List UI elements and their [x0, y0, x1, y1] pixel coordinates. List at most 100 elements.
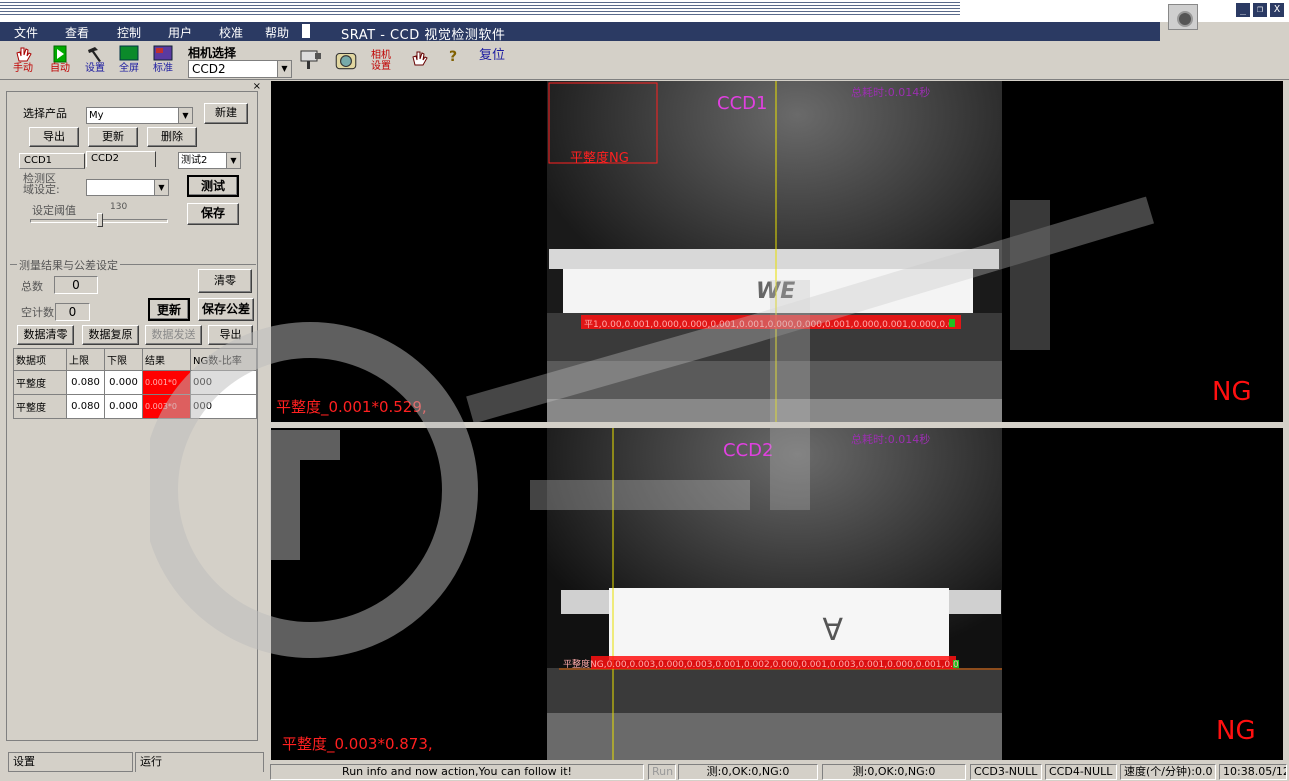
- pointer-button[interactable]: [404, 45, 434, 78]
- chevron-down-icon: ▼: [154, 180, 168, 195]
- help-button[interactable]: ?: [444, 45, 464, 78]
- save-tolerance-button[interactable]: 保存公差: [198, 298, 254, 321]
- ccd2-result: 平整度_0.003*0.873,: [282, 735, 433, 753]
- menu-file[interactable]: 文件: [14, 24, 38, 41]
- result-cell-ng: 0.003*0: [142, 394, 191, 419]
- tab-ccd1[interactable]: CCD1: [19, 153, 85, 169]
- column-header: 数据项: [13, 348, 67, 371]
- ccd1-ng-status: NG: [1212, 377, 1252, 407]
- auto-button[interactable]: 自动: [45, 45, 75, 78]
- ccd2-label: CCD2: [723, 440, 774, 461]
- select-product-label: 选择产品: [23, 107, 67, 120]
- ccd1-camera-image: WE: [547, 81, 1002, 422]
- region-label: 检测区 域设定:: [23, 172, 60, 196]
- manual-button[interactable]: 手动: [8, 45, 38, 78]
- column-header: NG数-比率: [190, 348, 257, 371]
- results-table: 数据项 上限 下限 结果 NG数-比率 平整度 0.080 0.000 0.00…: [13, 348, 257, 419]
- table-header: 数据项 上限 下限 结果 NG数-比率: [13, 348, 257, 371]
- table-row[interactable]: 平整度 0.080 0.000 0.003*0 000: [13, 394, 257, 419]
- new-button[interactable]: 新建: [204, 103, 248, 124]
- total-label: 总数: [21, 280, 43, 293]
- ccd2-overlay-values: 平整度NG,0.00,0.003,0.000,0.003,0.001,0.002…: [563, 660, 958, 669]
- ccd1-timing: 总耗时:0.014秒: [851, 86, 931, 99]
- pointer-hand-icon: [412, 51, 428, 66]
- data-clear-button[interactable]: 数据清零: [17, 325, 74, 345]
- column-header: 上限: [66, 348, 105, 371]
- product-select[interactable]: My ▼: [86, 107, 193, 124]
- status-bar: Run info and now action,You can follow i…: [266, 763, 1289, 781]
- threshold-slider[interactable]: [97, 213, 103, 227]
- fullscreen-button[interactable]: 全屏: [114, 45, 144, 78]
- menu-separator: [302, 24, 310, 38]
- camera-settings-button[interactable]: 相机 设置: [366, 45, 396, 78]
- tab-settings[interactable]: 设置: [8, 752, 133, 772]
- menu-help[interactable]: 帮助: [265, 24, 289, 41]
- table-row[interactable]: 平整度 0.080 0.000 0.001*0 000: [13, 370, 257, 395]
- camera-select: 相机选择 CCD2 ▼: [188, 44, 292, 78]
- clear-button[interactable]: 清零: [198, 269, 252, 293]
- hammer-icon: [88, 47, 101, 62]
- ccd2-view[interactable]: A 总耗时:0.014秒 CCD2 平整度NG,0.00,0.003,0.000…: [271, 428, 1283, 760]
- refresh-button[interactable]: 更新: [148, 298, 190, 321]
- camera-app-icon[interactable]: [1168, 4, 1198, 30]
- export-results-button[interactable]: 导出: [208, 325, 253, 345]
- close-button[interactable]: X: [1269, 2, 1285, 18]
- status-ccd1-count: 测:0,OK:0,NG:0: [678, 764, 818, 780]
- region-select[interactable]: ▼: [86, 179, 169, 196]
- test-button[interactable]: 测试: [187, 175, 239, 197]
- camera-select-dropdown[interactable]: CCD2 ▼: [188, 60, 292, 78]
- threshold-value: 130: [110, 202, 128, 212]
- camera-select-label: 相机选择: [188, 46, 237, 60]
- reset-button[interactable]: 复位: [474, 45, 510, 78]
- export-button[interactable]: 导出: [29, 127, 79, 147]
- total-value: 0: [54, 276, 98, 294]
- menu-calibrate[interactable]: 校准: [219, 24, 243, 41]
- camera-lens-button[interactable]: [331, 46, 361, 79]
- ccd2-timing: 总耗时:0.014秒: [851, 433, 931, 446]
- restore-button[interactable]: ❐: [1252, 2, 1268, 18]
- svg-text:?: ?: [449, 49, 457, 65]
- menu-user[interactable]: 用户: [168, 24, 192, 41]
- status-time: 10:38.05/12: [1219, 764, 1287, 780]
- hand-icon: [16, 47, 32, 62]
- delete-button[interactable]: 删除: [147, 127, 197, 147]
- threshold-label: 设定阈值: [32, 204, 76, 217]
- test-select[interactable]: 测试2 ▼: [178, 152, 241, 169]
- data-restore-button[interactable]: 数据复原: [82, 325, 139, 345]
- question-icon: ?: [449, 49, 457, 65]
- menu-control[interactable]: 控制: [117, 24, 141, 41]
- ccd1-roi-label: 平整度NG: [570, 151, 629, 166]
- ccd2-camera-image: A: [547, 428, 1002, 760]
- save-button[interactable]: 保存: [187, 203, 239, 225]
- play-icon: [53, 45, 67, 63]
- ccd1-label: CCD1: [717, 93, 768, 114]
- menu-bar: 文件 查看 控制 用户 校准 帮助 SRAT - CCD 视觉检测软件: [0, 22, 1160, 43]
- group-title: 测量结果与公差设定: [17, 257, 120, 273]
- data-send-button: 数据发送: [145, 325, 202, 345]
- tab-ccd2[interactable]: CCD2: [86, 151, 156, 167]
- minimize-button[interactable]: _: [1235, 2, 1251, 18]
- status-ccd2-count: 测:0,OK:0,NG:0: [822, 764, 966, 780]
- ccd1-result: 平整度_0.001*0.529,: [276, 398, 427, 416]
- status-info: Run info and now action,You can follow i…: [270, 764, 644, 780]
- ccd2-ng-status: NG: [1216, 716, 1256, 746]
- monitor-icon: [119, 45, 139, 61]
- standard-icon: [153, 45, 173, 61]
- empty-count-label: 空计数: [21, 306, 54, 319]
- chevron-down-icon: ▼: [226, 153, 240, 168]
- tab-run[interactable]: 运行: [135, 752, 264, 772]
- camera-capture-button[interactable]: [296, 46, 326, 79]
- svg-text:A: A: [822, 610, 843, 645]
- window-controls: _ ❐ X: [1235, 2, 1285, 22]
- column-header: 下限: [104, 348, 143, 371]
- settings-button[interactable]: 设置: [80, 45, 110, 78]
- update-button[interactable]: 更新: [88, 127, 138, 147]
- standard-button[interactable]: 标准: [148, 45, 178, 78]
- ccd1-view[interactable]: WE 总耗时:0.014秒 CCD1 平整度NG 平1,0.00,0.001,0…: [271, 81, 1283, 422]
- status-run: Run: [648, 764, 676, 780]
- menu-view[interactable]: 查看: [65, 24, 89, 41]
- lens-icon: [335, 52, 357, 70]
- empty-count-value: 0: [55, 303, 90, 321]
- app-title: SRAT - CCD 视觉检测软件: [341, 28, 506, 43]
- chevron-down-icon: ▼: [277, 61, 291, 77]
